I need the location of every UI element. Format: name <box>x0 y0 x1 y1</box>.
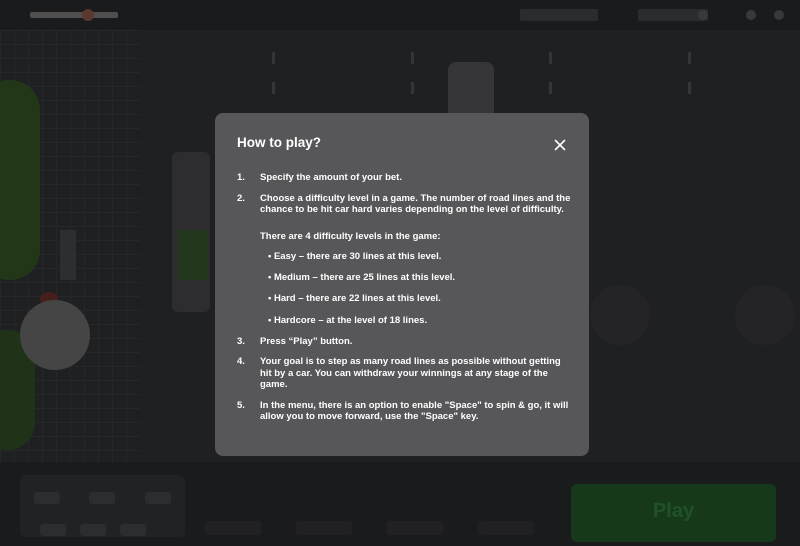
step-text: In the menu, there is an option to enabl… <box>260 399 569 423</box>
instruction-step: 2. Choose a difficulty level in a game. … <box>237 193 573 327</box>
step-text: Press “Play” button. <box>260 335 353 347</box>
step-number: 5. <box>237 399 245 411</box>
difficulty-level-medium: • Medium – there are 25 lines at this le… <box>268 272 456 284</box>
step-number: 3. <box>237 335 245 347</box>
how-to-play-modal: How to play? 1. Specify the amount of yo… <box>215 113 589 456</box>
instruction-step: 1. Specify the amount of your bet. <box>237 172 573 184</box>
step-number: 2. <box>237 192 245 204</box>
step-text: Specify the amount of your bet. <box>260 172 402 183</box>
close-button[interactable] <box>551 136 569 154</box>
instruction-step: 5. In the menu, there is an option to en… <box>237 400 573 423</box>
step-number: 4. <box>237 356 245 368</box>
step-text: Choose a difficulty level in a game. The… <box>260 192 571 216</box>
step-text: Your goal is to step as many road lines … <box>260 356 561 391</box>
difficulty-level-easy: • Easy – there are 30 lines at this leve… <box>268 251 442 262</box>
close-icon <box>554 139 566 151</box>
levels-intro: There are 4 difficulty levels in the gam… <box>260 230 441 242</box>
instruction-step: 3. Press “Play” button. <box>237 336 573 348</box>
difficulty-level-hard: • Hard – there are 22 lines at this leve… <box>268 293 441 305</box>
instruction-step: 4. Your goal is to step as many road lin… <box>237 356 573 391</box>
instructions-list: 1. Specify the amount of your bet. 2. Ch… <box>237 172 573 432</box>
difficulty-levels-list: • Easy – there are 30 lines at this leve… <box>260 251 573 326</box>
step-number: 1. <box>237 172 245 183</box>
modal-title: How to play? <box>237 135 321 150</box>
difficulty-level-hardcore: • Hardcore – at the level of 18 lines. <box>268 314 428 326</box>
